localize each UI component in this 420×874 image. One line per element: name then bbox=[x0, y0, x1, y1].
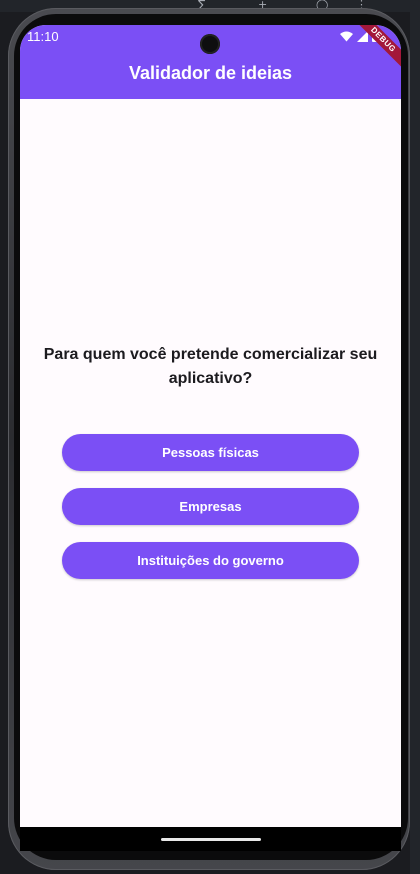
home-gesture-handle[interactable] bbox=[161, 838, 261, 841]
status-time: 11:10 bbox=[27, 29, 59, 44]
app-screen: 11:10 Validador de ideias DEBUG Para que… bbox=[20, 25, 401, 827]
wifi-icon bbox=[340, 31, 353, 41]
front-camera bbox=[200, 34, 220, 54]
option-button-instituicoes-governo[interactable]: Instituições do governo bbox=[62, 542, 359, 579]
option-button-pessoas-fisicas[interactable]: Pessoas físicas bbox=[62, 434, 359, 471]
question-text: Para quem você pretende comercializar se… bbox=[43, 346, 378, 387]
page-title: Validador de ideias bbox=[128, 63, 293, 83]
app-bar: 11:10 Validador de ideias bbox=[20, 25, 401, 99]
ide-side-panel bbox=[410, 0, 420, 874]
option-button-empresas[interactable]: Empresas bbox=[62, 488, 359, 525]
navigation-bar bbox=[20, 827, 401, 851]
